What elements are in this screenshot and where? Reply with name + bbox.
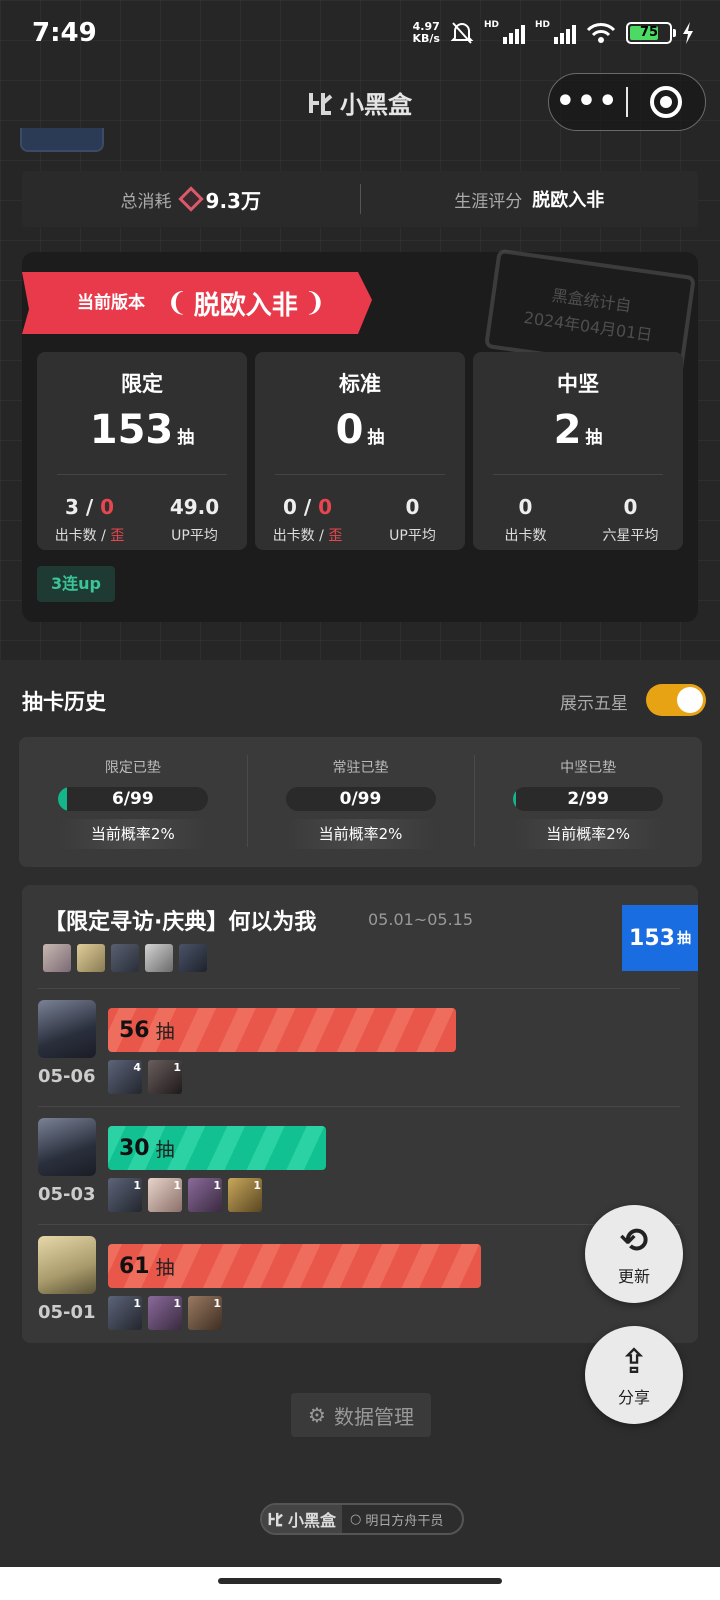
refresh-button[interactable]: ⟲ 更新 — [585, 1205, 683, 1303]
pity-progress: 6/99 — [57, 787, 208, 811]
pull-operators: 4 1 — [108, 1060, 182, 1094]
share-button[interactable]: ⇪ 分享 — [585, 1326, 683, 1424]
operator-avatar — [38, 1000, 96, 1058]
operator-avatar: 1 — [108, 1178, 142, 1212]
streak-tag: 3连up — [37, 566, 115, 602]
pull-count-bar: 30 抽 — [108, 1126, 326, 1170]
search-icon: ○ — [350, 1511, 362, 1527]
event-date: 05.01~05.15 — [368, 910, 474, 929]
battery-icon: 75 — [626, 22, 676, 44]
event-title: 【限定寻访·庆典】何以为我 — [44, 910, 317, 935]
pity-progress: 2/99 — [513, 787, 664, 811]
pity-core: 中坚已垫 2/99 当前概率2% — [474, 737, 702, 867]
career-label: 生涯评分 — [454, 191, 523, 212]
pity-limited: 限定已垫 6/99 当前概率2% — [19, 737, 247, 867]
avatar — [20, 128, 104, 152]
charging-icon — [683, 22, 693, 44]
close-miniapp-button[interactable] — [628, 86, 705, 118]
pull-operators: 1 1 1 — [108, 1296, 222, 1330]
status-icons: 4.97 KB/s HD HD 75 — [412, 20, 694, 46]
show-five-star-label: 展示五星 — [560, 694, 628, 714]
signal-icon — [502, 22, 525, 44]
operator-avatar — [145, 944, 173, 972]
banner-title: 脱欧入非 — [193, 290, 298, 321]
pull-date: 05-06 — [38, 1066, 96, 1087]
hd-label: HD — [483, 20, 499, 30]
gear-icon: ⚙ — [308, 1403, 326, 1427]
target-icon — [650, 86, 683, 118]
pull-count-bar: 56 抽 — [108, 1008, 456, 1052]
operator-avatar — [38, 1118, 96, 1176]
footer-source-pill[interactable]: 小黑盒 ○ 明日方舟干员 — [260, 1503, 464, 1535]
operator-avatar — [77, 944, 105, 972]
status-time: 7:49 — [32, 18, 97, 48]
history-title: 抽卡历史 — [22, 690, 106, 714]
career-value: 脱欧入非 — [532, 190, 605, 211]
summary-bar: 总消耗 9.3万 生涯评分 脱欧入非 — [22, 171, 698, 227]
operator-avatar — [38, 1236, 96, 1294]
spend-value: 9.3万 — [205, 188, 261, 213]
heybox-logo-icon — [268, 1512, 283, 1527]
stat-box-core: 中坚 2抽 0 出卡数 0 六星平均 — [473, 352, 683, 550]
bell-mute-icon — [450, 22, 474, 44]
stat-box-limited: 限定 153 抽 3 / 0 出卡数 / 歪 49.0 UP平均 — [37, 352, 247, 550]
laurel-right-icon: ❩ — [303, 288, 326, 318]
pull-operators: 1 1 1 1 — [108, 1178, 262, 1212]
event-operators — [43, 944, 207, 972]
operator-avatar: 1 — [148, 1178, 182, 1212]
show-five-star-toggle[interactable] — [646, 684, 706, 716]
operator-avatar: 1 — [188, 1178, 222, 1212]
operator-avatar — [43, 944, 71, 972]
pity-progress: 0/99 — [285, 787, 436, 811]
operator-avatar: 1 — [148, 1296, 182, 1330]
operator-avatar: 1 — [108, 1296, 142, 1330]
spend-label: 总消耗 — [120, 191, 172, 212]
pull-date: 05-03 — [38, 1184, 96, 1205]
operator-avatar — [111, 944, 139, 972]
network-speed: 4.97 KB/s — [412, 20, 440, 45]
refresh-icon: ⟲ — [619, 1221, 649, 1261]
miniapp-capsule: ••• — [548, 73, 706, 131]
operator-avatar: 4 — [108, 1060, 142, 1094]
operator-avatar: 1 — [228, 1178, 262, 1212]
data-manage-button[interactable]: ⚙ 数据管理 — [291, 1393, 431, 1437]
share-icon: ⇪ — [619, 1342, 649, 1382]
pull-date: 05-01 — [38, 1302, 96, 1323]
operator-avatar — [179, 944, 207, 972]
laurel-left-icon: ❨ — [166, 288, 188, 318]
banner-label: 当前版本 — [77, 292, 145, 313]
operator-avatar: 1 — [148, 1060, 182, 1094]
pity-standard: 常驻已垫 0/99 当前概率2% — [246, 737, 475, 867]
pull-count-bar: 61 抽 — [108, 1244, 481, 1288]
event-total-badge: 153 抽 — [622, 905, 698, 971]
version-banner: 当前版本 ❨ 脱欧入非 ❩ — [22, 272, 372, 334]
orundum-icon — [177, 186, 204, 212]
operator-avatar: 1 — [188, 1296, 222, 1330]
signal-icon — [554, 22, 576, 44]
home-indicator[interactable] — [218, 1578, 502, 1584]
wifi-icon — [586, 23, 616, 43]
heybox-logo-icon — [309, 92, 333, 115]
pity-panel: 限定已垫 6/99 当前概率2% 常驻已垫 0/99 当前概率2% 中坚已垫 2… — [19, 737, 702, 867]
hd-label: HD — [534, 20, 550, 30]
more-dots-icon[interactable]: ••• — [549, 87, 626, 117]
stat-box-standard: 标准 0抽 0 / 0 出卡数 / 歪 0 UP平均 — [255, 352, 465, 550]
